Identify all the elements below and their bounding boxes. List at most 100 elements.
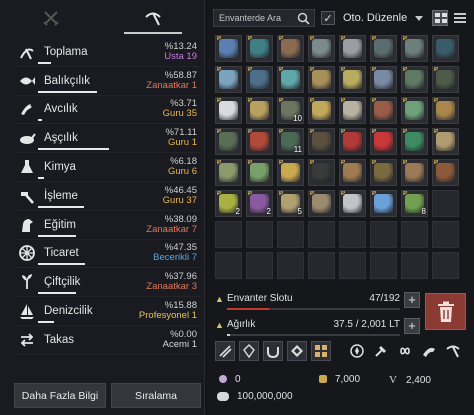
- inventory-slot[interactable]: P: [370, 66, 397, 93]
- life-skill-row[interactable]: Takas %0.00 Acemi 1: [14, 326, 201, 355]
- grid-view-button[interactable]: [432, 10, 449, 26]
- life-skill-row[interactable]: Çiftçilik %37.96 Zanaatkar 3: [14, 268, 201, 298]
- empty-inventory-slot[interactable]: [401, 252, 428, 279]
- grid-items-button[interactable]: [311, 341, 331, 361]
- inventory-slot[interactable]: P: [401, 35, 428, 62]
- inventory-slot[interactable]: P: [339, 97, 366, 124]
- inventory-search[interactable]: [213, 9, 315, 27]
- expand-weight-button[interactable]: +: [404, 318, 420, 334]
- expand-slots-button[interactable]: +: [404, 292, 420, 308]
- inventory-slot[interactable]: P: [246, 128, 273, 155]
- inventory-slot[interactable]: P: [370, 190, 397, 217]
- inventory-slot[interactable]: P: [370, 128, 397, 155]
- inventory-slot[interactable]: P5: [277, 190, 304, 217]
- inventory-slot[interactable]: P: [215, 128, 242, 155]
- inventory-slot[interactable]: P: [277, 66, 304, 93]
- inventory-slot[interactable]: P: [432, 128, 459, 155]
- empty-inventory-slot[interactable]: [432, 252, 459, 279]
- empty-inventory-slot[interactable]: [308, 221, 335, 248]
- inventory-slot[interactable]: P: [339, 159, 366, 186]
- life-skill-row[interactable]: Toplama %13.24 Usta 19: [14, 38, 201, 67]
- inventory-slot[interactable]: P: [246, 35, 273, 62]
- empty-inventory-slot[interactable]: [246, 221, 273, 248]
- inventory-slot[interactable]: P: [401, 66, 428, 93]
- inventory-slot[interactable]: P2: [246, 190, 273, 217]
- pickaxe-tool-button[interactable]: [443, 341, 463, 361]
- inventory-slot[interactable]: P8: [401, 190, 428, 217]
- inventory-slot[interactable]: P 11: [277, 128, 304, 155]
- magnet-button[interactable]: [263, 341, 283, 361]
- inventory-slot[interactable]: P: [308, 97, 335, 124]
- more-info-button[interactable]: Daha Fazla Bilgi: [14, 383, 106, 408]
- inventory-slot[interactable]: P 10: [277, 97, 304, 124]
- inventory-slot[interactable]: [432, 35, 459, 62]
- search-input[interactable]: [214, 10, 292, 26]
- empty-inventory-slot[interactable]: [277, 252, 304, 279]
- inventory-slot[interactable]: P: [339, 128, 366, 155]
- ranking-button[interactable]: Sıralama: [111, 383, 201, 408]
- inventory-slot[interactable]: P: [370, 159, 397, 186]
- empty-inventory-slot[interactable]: [432, 190, 459, 217]
- inventory-slot[interactable]: P: [339, 35, 366, 62]
- inventory-slot[interactable]: P: [277, 159, 304, 186]
- inventory-slot[interactable]: P: [339, 190, 366, 217]
- inventory-slot[interactable]: P: [370, 97, 397, 124]
- item-icon: [219, 163, 238, 182]
- empty-inventory-slot[interactable]: [308, 252, 335, 279]
- list-view-button[interactable]: [452, 10, 468, 26]
- refine-button[interactable]: [215, 341, 235, 361]
- inventory-slot[interactable]: P: [215, 159, 242, 186]
- inventory-slot[interactable]: P: [401, 159, 428, 186]
- compass-button[interactable]: [347, 341, 367, 361]
- infinity-button[interactable]: [395, 341, 415, 361]
- life-skill-row[interactable]: Aşçılık %71.11 Guru 1: [14, 124, 201, 154]
- auto-sort-checkbox[interactable]: ✓: [321, 11, 335, 25]
- tab-life-skills[interactable]: [102, 0, 204, 36]
- life-skill-row[interactable]: Denizcilik %15.88 Profesyonel 1: [14, 297, 201, 326]
- empty-inventory-slot[interactable]: [370, 221, 397, 248]
- empty-inventory-slot[interactable]: [215, 252, 242, 279]
- empty-inventory-slot[interactable]: [370, 252, 397, 279]
- inventory-slot[interactable]: P: [215, 66, 242, 93]
- inventory-slot[interactable]: P: [246, 66, 273, 93]
- search-icon[interactable]: [297, 12, 310, 25]
- empty-inventory-slot[interactable]: [432, 221, 459, 248]
- tab-combat[interactable]: [0, 0, 102, 36]
- inventory-slot[interactable]: P: [370, 35, 397, 62]
- empty-inventory-slot[interactable]: [277, 221, 304, 248]
- inventory-slot[interactable]: P: [308, 159, 335, 186]
- inventory-slot[interactable]: P: [215, 35, 242, 62]
- life-skill-row[interactable]: Ticaret %47.35 Becerikli 7: [14, 240, 201, 269]
- inventory-slot[interactable]: P: [432, 66, 459, 93]
- trash-button[interactable]: [425, 293, 466, 330]
- inventory-slot[interactable]: P: [401, 128, 428, 155]
- inventory-slot[interactable]: P: [401, 97, 428, 124]
- inventory-slot[interactable]: P: [308, 35, 335, 62]
- inventory-slot[interactable]: P: [432, 159, 459, 186]
- empty-inventory-slot[interactable]: [401, 221, 428, 248]
- empty-inventory-slot[interactable]: [339, 221, 366, 248]
- inventory-slot[interactable]: P: [432, 97, 459, 124]
- life-skill-row[interactable]: Kimya %6.18 Guru 6: [14, 153, 201, 182]
- inventory-slot[interactable]: P: [308, 128, 335, 155]
- workshop-button[interactable]: [419, 341, 439, 361]
- life-skill-row[interactable]: Eğitim %38.09 Zanaatkar 7: [14, 211, 201, 240]
- hammer-button[interactable]: [371, 341, 391, 361]
- inventory-slot[interactable]: P: [308, 66, 335, 93]
- empty-inventory-slot[interactable]: [339, 252, 366, 279]
- alchemy-stone-button[interactable]: [287, 341, 307, 361]
- inventory-slot[interactable]: P: [215, 97, 242, 124]
- crystal-button[interactable]: [239, 341, 259, 361]
- chevron-down-icon[interactable]: [415, 15, 424, 21]
- inventory-slot[interactable]: P: [308, 190, 335, 217]
- inventory-slot[interactable]: P: [246, 97, 273, 124]
- inventory-slot[interactable]: P: [246, 159, 273, 186]
- empty-inventory-slot[interactable]: [246, 252, 273, 279]
- inventory-slot[interactable]: P: [339, 66, 366, 93]
- inventory-slot[interactable]: P: [277, 35, 304, 62]
- empty-inventory-slot[interactable]: [215, 221, 242, 248]
- life-skill-row[interactable]: İşleme %46.45 Guru 37: [14, 182, 201, 211]
- inventory-slot[interactable]: P2: [215, 190, 242, 217]
- life-skill-row[interactable]: Avcılık %3.71 Guru 35: [14, 96, 201, 125]
- life-skill-row[interactable]: Balıkçılık %58.87 Zanaatkar 1: [14, 67, 201, 96]
